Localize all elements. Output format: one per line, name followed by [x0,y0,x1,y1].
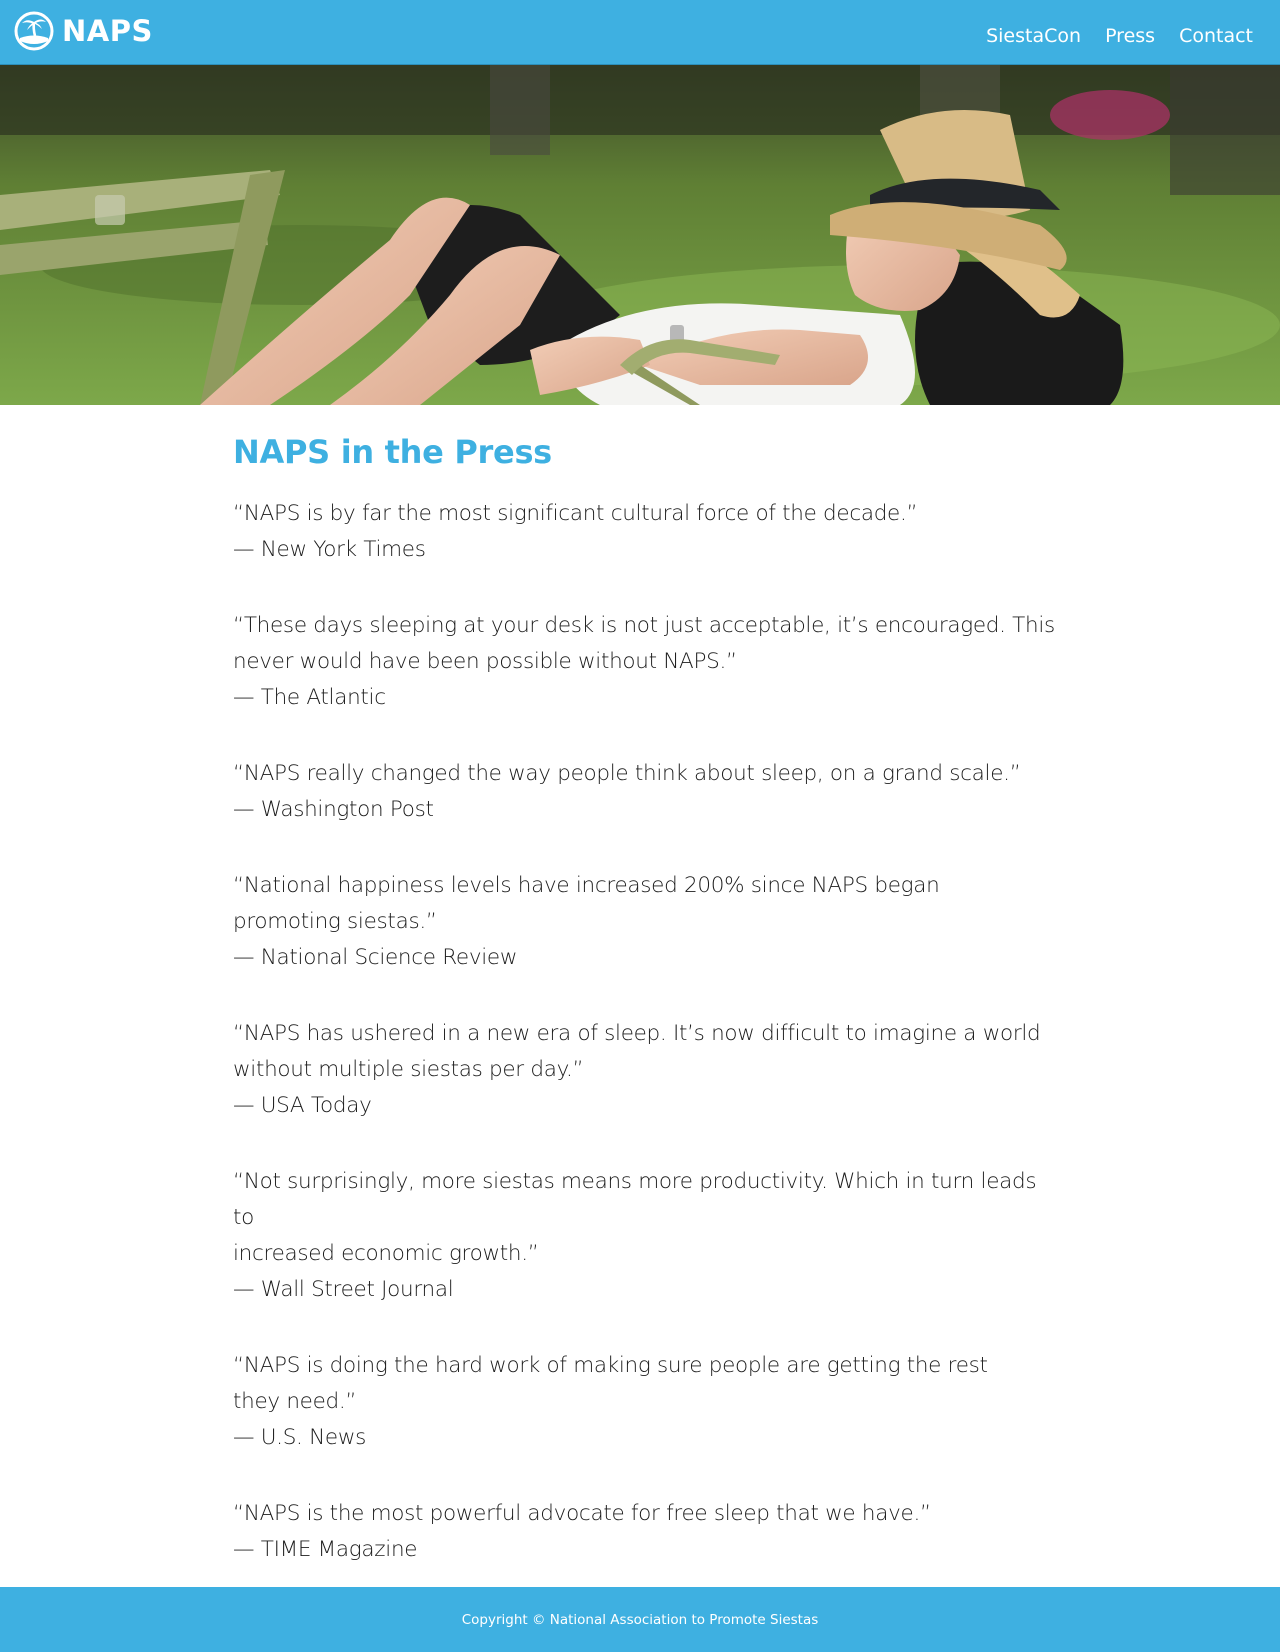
quote-text: “NAPS has ushered in a new era of sleep.… [233,1021,1041,1046]
press-quote: “National happiness levels have increase… [233,868,1063,976]
press-quote: “NAPS really changed the way people thin… [233,756,1063,828]
hero-image [0,65,1280,405]
page-title: NAPS in the Press [233,433,552,471]
quote-text: without multiple siestas per day.” [233,1057,584,1082]
quote-source: — New York Times [233,537,426,562]
quote-text: “NAPS is the most powerful advocate for … [233,1501,931,1526]
hero-photo [0,65,1280,405]
quote-text: they need.” [233,1389,357,1414]
quote-text: “Not surprisingly, more siestas means mo… [233,1169,1037,1230]
press-quote: “These days sleeping at your desk is not… [233,608,1063,716]
quote-text: “NAPS is doing the hard work of making s… [233,1353,988,1378]
quote-source: — Wall Street Journal [233,1277,454,1302]
site-footer: Copyright © National Association to Prom… [0,1587,1280,1652]
quote-source: — USA Today [233,1093,372,1118]
copyright-text: Copyright © National Association to Prom… [461,1611,819,1628]
logo-link[interactable]: NAPS [14,10,153,52]
press-quote: “Not surprisingly, more siestas means mo… [233,1164,1063,1308]
quote-text: “National happiness levels have increase… [233,873,940,898]
nav-item-press[interactable]: Press [1105,22,1155,50]
quote-text: “These days sleeping at your desk is not… [233,613,1055,638]
quote-text: “NAPS really changed the way people thin… [233,761,1021,786]
quote-source: — TIME Magazine [233,1537,418,1562]
quote-text: increased economic growth.” [233,1241,539,1266]
press-quote: “NAPS is the most powerful advocate for … [233,1496,1063,1568]
quote-text: promoting siestas.” [233,909,437,934]
press-quote: “NAPS has ushered in a new era of sleep.… [233,1016,1063,1124]
press-quote: “NAPS is by far the most significant cul… [233,496,1063,568]
press-quote: “NAPS is doing the hard work of making s… [233,1348,1063,1456]
press-section: NAPS in the Press “NAPS is by far the mo… [233,430,1063,1608]
logo-text: NAPS [62,14,153,48]
quote-source: — U.S. News [233,1425,367,1450]
palm-tree-sun-icon [14,11,54,51]
nav-item-siestacon[interactable]: SiestaCon [986,22,1081,50]
quote-source: — National Science Review [233,945,518,970]
quote-text: never would have been possible without N… [233,649,737,674]
main-nav: SiestaCon Press Contact [986,22,1253,50]
nav-item-contact[interactable]: Contact [1179,22,1253,50]
quote-source: — The Atlantic [233,685,386,710]
quote-source: — Washington Post [233,797,434,822]
quote-text: “NAPS is by far the most significant cul… [233,501,918,526]
site-header: NAPS SiestaCon Press Contact [0,0,1280,65]
